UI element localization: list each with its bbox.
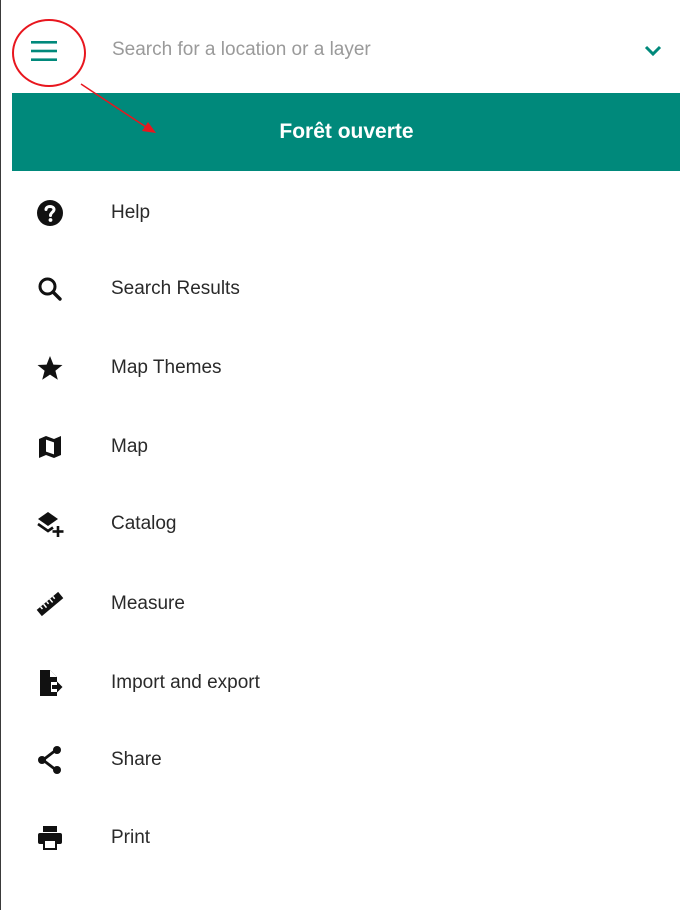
menu-item-share[interactable]: Share	[1, 729, 680, 791]
side-panel: Forêt ouverte Help Search Results	[0, 0, 680, 910]
menu-item-map[interactable]: Map	[1, 416, 680, 478]
help-circle-icon	[34, 197, 66, 229]
layers-plus-icon	[34, 508, 66, 540]
menu-item-print[interactable]: Print	[1, 807, 680, 869]
menu-item-label: Search Results	[111, 278, 240, 299]
ruler-icon	[34, 588, 66, 620]
chevron-down-icon	[644, 45, 662, 57]
title-bar: Forêt ouverte	[12, 93, 680, 171]
menu-item-label: Print	[111, 827, 151, 848]
page-title: Forêt ouverte	[279, 120, 414, 143]
hamburger-icon	[31, 41, 57, 61]
share-icon	[34, 744, 66, 776]
menu-toggle-button[interactable]	[22, 29, 66, 73]
star-icon	[34, 352, 66, 384]
menu-item-import-export[interactable]: Import and export	[1, 652, 680, 714]
file-export-icon	[34, 667, 66, 699]
expand-button[interactable]	[638, 36, 668, 66]
menu-item-search-results[interactable]: Search Results	[1, 258, 680, 320]
menu-item-label: Share	[111, 749, 162, 770]
menu-item-label: Measure	[111, 593, 185, 614]
menu-item-map-themes[interactable]: Map Themes	[1, 337, 680, 399]
map-icon	[34, 431, 66, 463]
menu-item-label: Import and export	[111, 672, 260, 693]
menu-item-label: Help	[111, 202, 151, 223]
menu-item-label: Map Themes	[111, 357, 222, 378]
search-input[interactable]	[112, 32, 592, 68]
menu-item-catalog[interactable]: Catalog	[1, 493, 680, 555]
menu-item-help[interactable]: Help	[1, 182, 680, 244]
magnifier-icon	[34, 273, 66, 305]
menu-item-label: Map	[111, 436, 148, 457]
search-bar	[2, 0, 680, 93]
menu-item-measure[interactable]: Measure	[1, 573, 680, 635]
menu-item-label: Catalog	[111, 513, 177, 534]
printer-icon	[34, 822, 66, 854]
